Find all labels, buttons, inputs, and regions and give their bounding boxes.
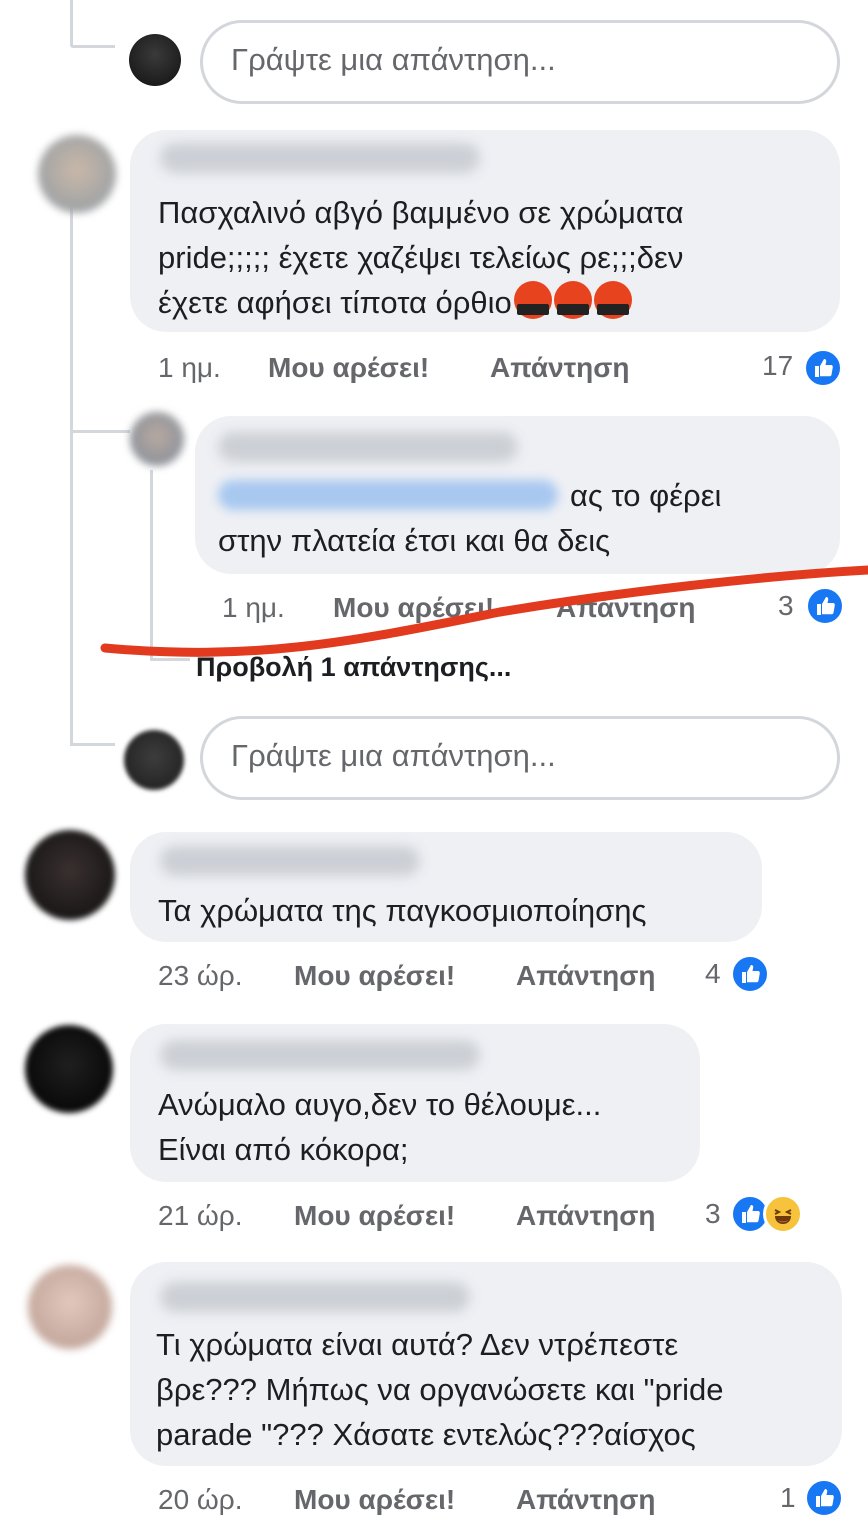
author-name[interactable] [160, 846, 420, 876]
reply-field[interactable] [229, 737, 793, 775]
comment-time[interactable]: 23 ώρ. [158, 960, 243, 992]
comment-text: Τα χρώματα της παγκοσμιοποίησης [158, 893, 647, 928]
comment-time[interactable]: 21 ώρ. [158, 1200, 243, 1232]
reaction-count[interactable]: 3 [705, 1198, 721, 1230]
reaction-count[interactable]: 4 [705, 958, 721, 990]
author-name[interactable] [160, 1040, 480, 1070]
avatar[interactable] [25, 830, 115, 920]
comment-text: parade "??? Χάσατε εντελώς???αίσχος [156, 1417, 696, 1452]
annotation-stroke [100, 565, 868, 657]
like-button[interactable]: Μου αρέσει! [294, 960, 455, 992]
comment-text: βρε??? Μήπως να οργανώσετε και "pride [156, 1372, 724, 1407]
view-replies-link[interactable]: Προβολή 1 απάντησης... [196, 652, 511, 683]
comment-text: Ανώμαλο αυγο,δεν το θέλουμε... [158, 1087, 602, 1122]
reply-button[interactable]: Απάντηση [516, 960, 656, 992]
comment-text: Τι χρώματα είναι αυτά? Δεν ντρέπεστε [156, 1327, 679, 1362]
haha-icon [763, 1194, 803, 1234]
avatar[interactable] [25, 1025, 113, 1113]
comment-time[interactable]: 20 ώρ. [158, 1484, 243, 1516]
thread-line [70, 743, 115, 746]
avatar[interactable] [124, 730, 184, 790]
like-icon [804, 1478, 844, 1518]
avatar[interactable] [28, 1265, 112, 1349]
author-name[interactable] [160, 1282, 470, 1312]
like-icon [730, 954, 770, 994]
reaction-count[interactable]: 1 [780, 1482, 796, 1514]
reply-button[interactable]: Απάντηση [516, 1200, 656, 1232]
reply-button[interactable]: Απάντηση [516, 1484, 656, 1516]
reply-input[interactable] [200, 716, 840, 800]
comment-text: Είναι από κόκορα; [158, 1132, 409, 1167]
like-button[interactable]: Μου αρέσει! [294, 1200, 455, 1232]
like-button[interactable]: Μου αρέσει! [294, 1484, 455, 1516]
